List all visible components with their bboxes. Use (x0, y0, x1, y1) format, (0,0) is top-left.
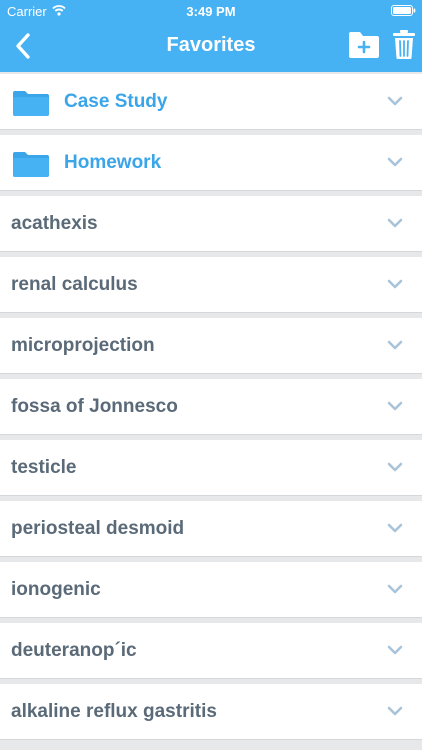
chevron-down-icon[interactable] (387, 462, 403, 472)
term-row[interactable]: ionogenic (0, 562, 422, 618)
term-row[interactable]: acathexis (0, 196, 422, 252)
term-label: testicle (11, 457, 77, 478)
chevron-down-icon[interactable] (387, 157, 403, 167)
chevron-down-icon[interactable] (387, 401, 403, 411)
term-label: fossa of Jonnesco (11, 396, 178, 417)
term-row[interactable]: testicle (0, 440, 422, 496)
status-time: 3:49 PM (186, 4, 236, 19)
term-row[interactable]: alkaline reflux gastritis (0, 684, 422, 740)
trash-icon (393, 30, 415, 59)
term-label: renal calculus (11, 274, 138, 295)
status-bar: Carrier 3:49 PM (0, 0, 422, 22)
folder-icon (13, 152, 49, 177)
folder-label: Case Study (64, 91, 168, 112)
term-row[interactable]: microprojection (0, 318, 422, 374)
term-row[interactable]: renal calculus (0, 257, 422, 313)
chevron-down-icon[interactable] (387, 523, 403, 533)
folder-label: Homework (64, 152, 162, 173)
chevron-down-icon[interactable] (387, 96, 403, 106)
term-label: ionogenic (11, 579, 101, 600)
favorites-list: Case Study Homework acathexis renal calc… (0, 74, 422, 745)
trash-button[interactable] (392, 28, 416, 60)
chevron-down-icon[interactable] (387, 645, 403, 655)
folder-row-case-study[interactable]: Case Study (0, 74, 422, 130)
chevron-down-icon[interactable] (387, 340, 403, 350)
term-label: periosteal desmoid (11, 518, 185, 539)
term-label: acathexis (11, 213, 98, 234)
term-label: microprojection (11, 335, 155, 356)
chevron-down-icon[interactable] (387, 584, 403, 594)
header: Carrier 3:49 PM Favorites (0, 0, 422, 72)
term-label: alkaline reflux gastritis (11, 701, 217, 722)
term-row[interactable]: deuteranop´ic (0, 623, 422, 679)
chevron-down-icon[interactable] (387, 279, 403, 289)
term-row[interactable]: fossa of Jonnesco (0, 379, 422, 435)
new-folder-button[interactable] (348, 30, 380, 60)
folder-row-homework[interactable]: Homework (0, 135, 422, 191)
term-row[interactable]: periosteal desmoid (0, 501, 422, 557)
nav-bar: Favorites (0, 22, 422, 72)
folder-icon (13, 91, 49, 116)
battery-icon (391, 5, 416, 16)
chevron-down-icon[interactable] (387, 218, 403, 228)
chevron-down-icon[interactable] (387, 706, 403, 716)
term-label: deuteranop´ic (11, 640, 137, 661)
folder-plus-icon (349, 32, 379, 58)
